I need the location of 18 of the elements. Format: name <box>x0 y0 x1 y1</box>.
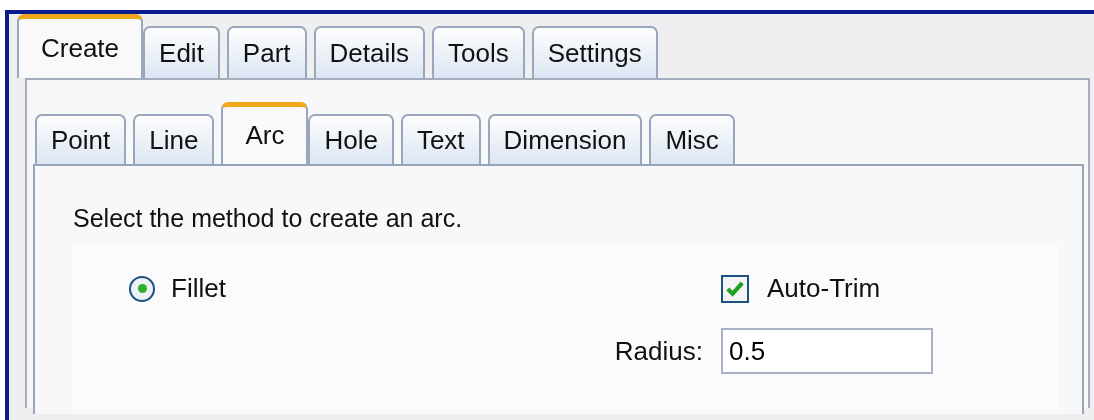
tab[interactable]: Details <box>313 26 426 78</box>
radio-button[interactable]: Fillet <box>129 273 589 304</box>
tab[interactable]: Text <box>400 114 481 164</box>
radius-field[interactable]: 0.5 <box>721 328 933 374</box>
tab[interactable]: Misc <box>649 114 735 164</box>
instruction-text: Select the method to create an arc. <box>73 204 464 233</box>
tab[interactable]: Create <box>17 14 144 78</box>
tab[interactable]: Tools <box>432 26 525 78</box>
tab[interactable]: Line <box>133 114 215 164</box>
radius-label: Radius: <box>613 335 703 367</box>
tab[interactable]: Part <box>226 26 307 78</box>
tab[interactable]: Point <box>35 114 127 164</box>
auto-trim-checkbox[interactable]: Auto-Trim <box>721 273 933 304</box>
tab[interactable]: Settings <box>531 26 658 78</box>
tab[interactable]: Arc <box>221 102 309 164</box>
tab[interactable]: Edit <box>143 26 220 78</box>
tab[interactable]: Dimension <box>487 114 643 164</box>
tab[interactable]: Hole <box>308 114 394 164</box>
